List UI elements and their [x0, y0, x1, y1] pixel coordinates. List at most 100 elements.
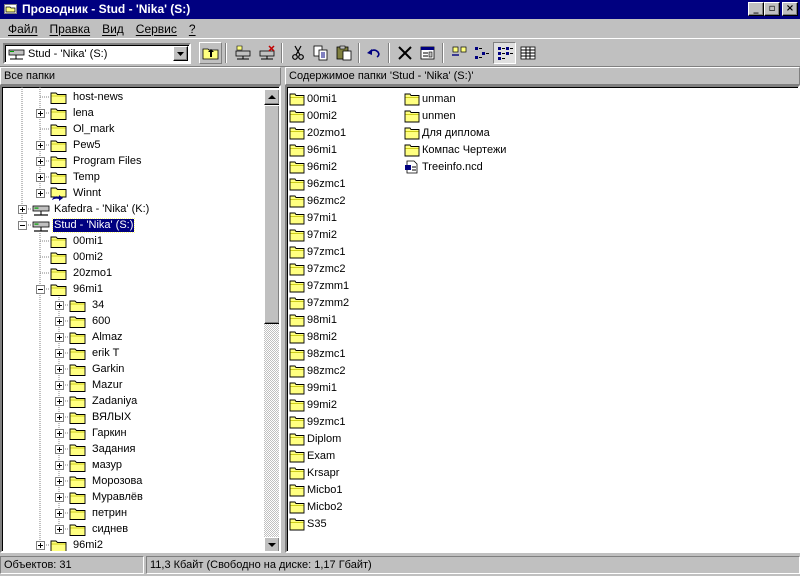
expand-plus-icon[interactable] [36, 157, 45, 166]
list-item[interactable]: 97zmm2 [289, 294, 349, 311]
tree-node[interactable]: Гаркин [69, 425, 128, 441]
list-item[interactable]: 96mi1 [289, 141, 337, 158]
list-item[interactable]: Exam [289, 447, 335, 464]
expand-plus-icon[interactable] [55, 493, 64, 502]
expand-plus-icon[interactable] [18, 205, 27, 214]
list-item[interactable]: 96zmc1 [289, 175, 346, 192]
view-large-icons-button[interactable] [447, 42, 470, 64]
folder-tree-pane[interactable]: host-news lena Ol_mark Pew5 Program Files Tem… [0, 85, 281, 553]
address-dropdown-button[interactable] [173, 46, 188, 61]
tree-node[interactable]: Almaz [69, 329, 124, 345]
tree-node[interactable]: Program Files [50, 153, 142, 169]
paste-button[interactable] [332, 42, 355, 64]
collapse-minus-icon[interactable] [36, 285, 45, 294]
expand-plus-icon[interactable] [55, 381, 64, 390]
undo-button[interactable] [362, 42, 385, 64]
expand-plus-icon[interactable] [55, 333, 64, 342]
copy-button[interactable] [309, 42, 332, 64]
tree-node[interactable]: Stud - 'Nika' (S:) [32, 217, 136, 233]
tree-node[interactable]: петрин [69, 505, 128, 521]
tree-node[interactable]: 600 [69, 313, 111, 329]
list-item[interactable]: 96mi2 [289, 158, 337, 175]
tree-node[interactable]: 00mi1 [50, 233, 104, 249]
menu-help[interactable]: ? [183, 20, 202, 38]
tree-node[interactable]: 20zmo1 [50, 265, 113, 281]
tree-node[interactable]: lena [50, 105, 95, 121]
tree-node[interactable]: 00mi2 [50, 249, 104, 265]
list-item[interactable]: 98mi1 [289, 311, 337, 328]
disconnect-drive-button[interactable] [255, 42, 278, 64]
list-item[interactable]: 96zmc2 [289, 192, 346, 209]
tree-node[interactable]: Garkin [69, 361, 125, 377]
list-item[interactable]: 00mi2 [289, 107, 337, 124]
list-item[interactable]: Для диплома [404, 124, 490, 141]
tree-node[interactable]: Kafedra - 'Nika' (K:) [32, 201, 150, 217]
list-item[interactable]: 97mi2 [289, 226, 337, 243]
scroll-down-button[interactable] [264, 537, 279, 551]
scroll-thumb[interactable] [264, 105, 279, 324]
list-item[interactable]: Micbo1 [289, 481, 342, 498]
tree-node[interactable]: 96mi2 [50, 537, 104, 551]
delete-button[interactable] [393, 42, 416, 64]
menu-tools[interactable]: Сервис [130, 20, 183, 38]
up-one-level-button[interactable] [199, 42, 222, 64]
tree-node[interactable]: Морозова [69, 473, 143, 489]
tree-node[interactable]: Муравлёв [69, 489, 144, 505]
tree-node[interactable]: сиднев [69, 521, 129, 537]
list-item[interactable]: Компас Чертежи [404, 141, 506, 158]
list-item[interactable]: Micbo2 [289, 498, 342, 515]
properties-button[interactable] [416, 42, 439, 64]
expand-plus-icon[interactable] [55, 317, 64, 326]
list-item[interactable]: 97zmc1 [289, 243, 346, 260]
expand-plus-icon[interactable] [55, 365, 64, 374]
cut-button[interactable] [286, 42, 309, 64]
maximize-button[interactable]: ▫ [764, 2, 780, 16]
tree-node[interactable]: Задания [69, 441, 136, 457]
tree-node[interactable]: Pew5 [50, 137, 102, 153]
tree-node[interactable]: 34 [69, 297, 105, 313]
tree-node[interactable]: Ol_mark [50, 121, 116, 137]
map-network-drive-button[interactable] [231, 42, 254, 64]
expand-plus-icon[interactable] [36, 189, 45, 198]
expand-plus-icon[interactable] [55, 525, 64, 534]
expand-plus-icon[interactable] [36, 141, 45, 150]
collapse-minus-icon[interactable] [18, 221, 27, 230]
list-item[interactable]: S35 [289, 515, 327, 532]
expand-plus-icon[interactable] [36, 173, 45, 182]
expand-plus-icon[interactable] [36, 541, 45, 550]
list-item[interactable]: 99zmc1 [289, 413, 346, 430]
view-list-button[interactable] [493, 42, 516, 64]
list-item[interactable]: 97mi1 [289, 209, 337, 226]
tree-vertical-scrollbar[interactable] [264, 89, 279, 551]
menu-file[interactable]: Файл [2, 20, 44, 38]
close-button[interactable]: × [782, 2, 798, 16]
expand-plus-icon[interactable] [55, 413, 64, 422]
list-item[interactable]: Krsapr [289, 464, 339, 481]
tree-node[interactable]: erik T [69, 345, 120, 361]
tree-node[interactable]: host-news [50, 89, 124, 105]
list-item[interactable]: 20zmo1 [289, 124, 346, 141]
expand-plus-icon[interactable] [55, 301, 64, 310]
scroll-up-button[interactable] [264, 89, 279, 105]
menu-view[interactable]: Вид [96, 20, 130, 38]
expand-plus-icon[interactable] [55, 461, 64, 470]
expand-plus-icon[interactable] [55, 397, 64, 406]
minimize-button[interactable]: _ [748, 2, 764, 16]
tree-node[interactable]: мазур [69, 457, 123, 473]
folder-contents-pane[interactable]: 00mi1 00mi2 20zmo1 96mi1 96mi2 96zmc1 96zmc2 97… [285, 85, 800, 553]
view-details-button[interactable] [516, 42, 539, 64]
expand-plus-icon[interactable] [55, 509, 64, 518]
list-item[interactable]: 98zmc1 [289, 345, 346, 362]
list-item[interactable]: Treeinfo.ncd [404, 158, 483, 175]
tree-node[interactable]: Mazur [69, 377, 124, 393]
address-combobox[interactable]: Stud - 'Nika' (S:) [3, 43, 191, 64]
view-small-icons-button[interactable] [470, 42, 493, 64]
expand-plus-icon[interactable] [55, 445, 64, 454]
tree-node[interactable]: ВЯЛЫХ [69, 409, 132, 425]
list-item[interactable]: 98mi2 [289, 328, 337, 345]
menu-edit[interactable]: Правка [44, 20, 97, 38]
tree-node[interactable]: Winnt [50, 185, 102, 201]
expand-plus-icon[interactable] [55, 349, 64, 358]
list-item[interactable]: Diplom [289, 430, 341, 447]
list-item[interactable]: unmen [404, 107, 456, 124]
